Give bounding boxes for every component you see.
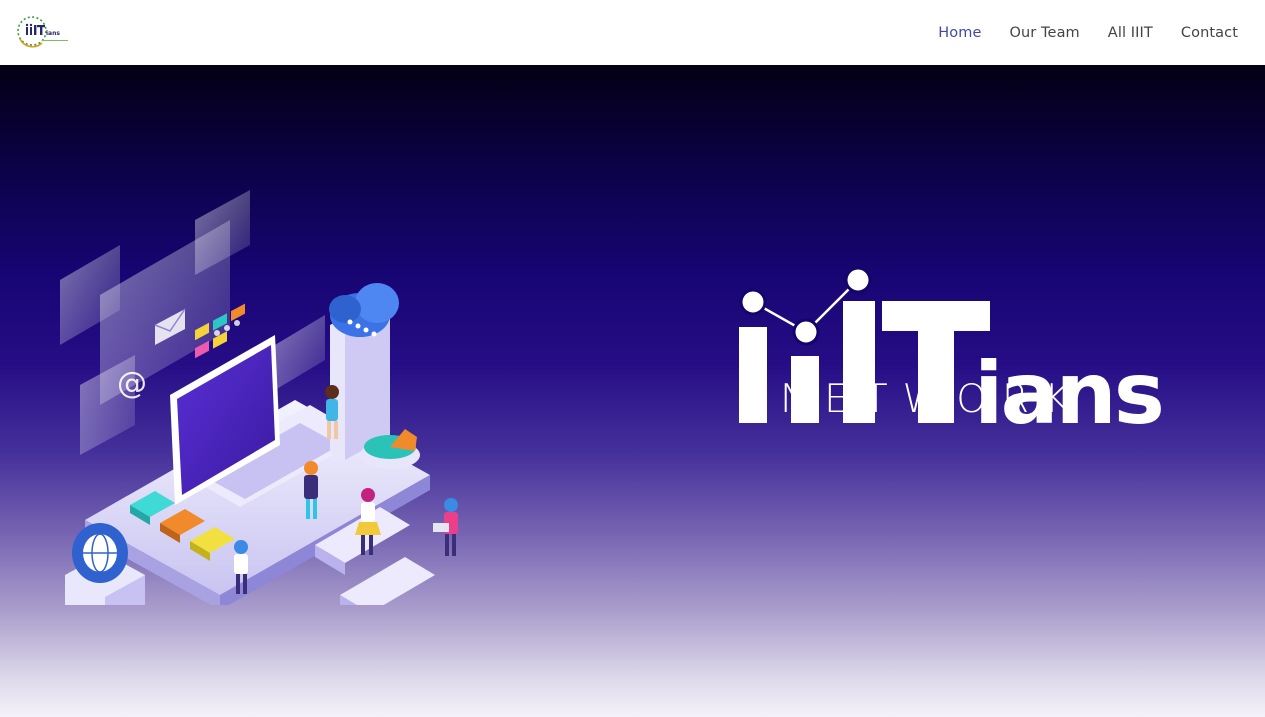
nav-our-team[interactable]: Our Team bbox=[1009, 25, 1079, 41]
brand-subtitle: NETWORK bbox=[780, 377, 1085, 422]
nav-home[interactable]: Home bbox=[938, 25, 981, 41]
site-logo[interactable]: ians bbox=[14, 13, 76, 53]
svg-text:ians: ians bbox=[46, 30, 60, 37]
person-figure bbox=[433, 498, 458, 556]
logo-icon: ians bbox=[17, 15, 68, 47]
step-block bbox=[340, 557, 435, 605]
at-sign-icon: @ bbox=[117, 366, 147, 401]
brand-block: ians NETWORK bbox=[732, 201, 1172, 425]
main-nav: Home Our Team All IIIT Contact bbox=[938, 25, 1238, 41]
isometric-laptop-network-illustration: @ bbox=[60, 190, 458, 605]
nav-contact[interactable]: Contact bbox=[1181, 25, 1238, 41]
hero-banner: @ ians NETWORK bbox=[0, 65, 1265, 717]
nav-all-iiit[interactable]: All IIIT bbox=[1108, 25, 1153, 41]
floating-panel bbox=[275, 315, 325, 390]
site-header: ians Home Our Team All IIIT Contact bbox=[0, 0, 1265, 65]
